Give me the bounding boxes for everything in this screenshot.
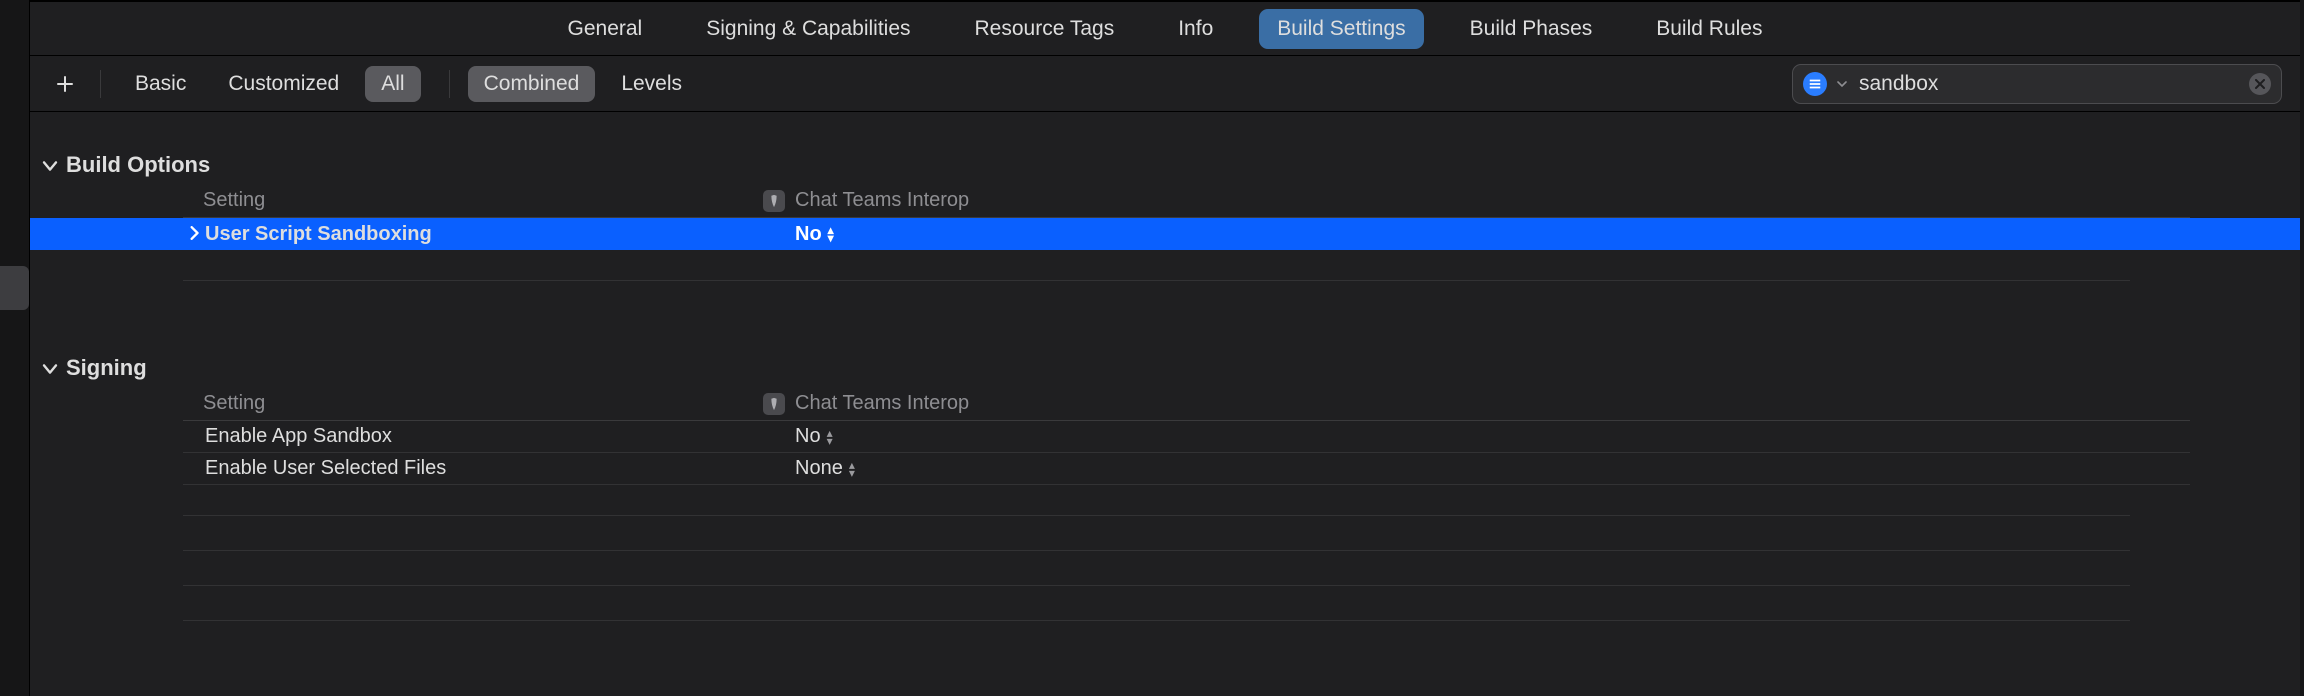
separator xyxy=(449,70,450,98)
view-combined[interactable]: Combined xyxy=(468,66,596,102)
search-input[interactable] xyxy=(1857,71,2239,97)
column-target: Chat Teams Interop xyxy=(763,189,969,212)
column-target: Chat Teams Interop xyxy=(763,392,969,415)
target-name-label: Chat Teams Interop xyxy=(795,189,969,212)
app-icon xyxy=(763,393,785,415)
search-scope-icon[interactable] xyxy=(1803,72,1827,96)
tab-build-phases[interactable]: Build Phases xyxy=(1452,9,1611,49)
tab-signing-capabilities[interactable]: Signing & Capabilities xyxy=(688,9,928,49)
view-levels[interactable]: Levels xyxy=(605,66,698,102)
target-name-label: Chat Teams Interop xyxy=(795,392,969,415)
scope-all[interactable]: All xyxy=(365,66,420,102)
setting-value-popup[interactable]: None ▴▾ xyxy=(795,457,855,480)
columns-header: Setting Chat Teams Interop xyxy=(183,184,2190,218)
column-setting-label: Setting xyxy=(203,392,763,415)
setting-row-enable-app-sandbox[interactable]: Enable App Sandbox No ▴▾ xyxy=(183,421,2190,453)
scope-customized[interactable]: Customized xyxy=(212,66,355,102)
column-setting-label: Setting xyxy=(203,189,763,212)
tab-general[interactable]: General xyxy=(550,9,661,49)
chevron-down-icon xyxy=(42,355,58,381)
chevron-down-icon xyxy=(42,152,58,178)
separator xyxy=(100,70,101,98)
tab-resource-tags[interactable]: Resource Tags xyxy=(957,9,1133,49)
list-icon xyxy=(1808,77,1822,91)
columns-header: Setting Chat Teams Interop xyxy=(183,387,2190,421)
editor-left-gutter xyxy=(0,0,30,696)
chevron-right-icon[interactable] xyxy=(183,223,205,246)
popup-arrows-icon: ▴▾ xyxy=(827,429,833,445)
editor-right-gutter xyxy=(2300,0,2304,696)
build-settings-content: Build Options Setting Chat Teams Interop… xyxy=(30,112,2300,696)
tab-info[interactable]: Info xyxy=(1160,9,1231,49)
section-header-signing[interactable]: Signing xyxy=(30,355,2300,381)
empty-rows xyxy=(183,515,2130,655)
setting-value: None xyxy=(795,457,843,480)
app-icon xyxy=(763,190,785,212)
section-title: Signing xyxy=(66,355,147,381)
clear-search-button[interactable] xyxy=(2249,73,2271,95)
section-header-build-options[interactable]: Build Options xyxy=(30,152,2300,178)
setting-value-popup[interactable]: No ▴▾ xyxy=(795,223,834,246)
build-settings-search xyxy=(1792,64,2282,104)
popup-arrows-icon: ▴▾ xyxy=(828,226,834,242)
section-title: Build Options xyxy=(66,152,210,178)
section-build-options: Build Options Setting Chat Teams Interop… xyxy=(30,152,2300,315)
tab-build-settings[interactable]: Build Settings xyxy=(1259,9,1423,49)
setting-value: No xyxy=(795,425,821,448)
tab-build-rules[interactable]: Build Rules xyxy=(1638,9,1780,49)
scope-basic[interactable]: Basic xyxy=(119,66,202,102)
target-editor-tabs: General Signing & Capabilities Resource … xyxy=(30,0,2300,56)
add-build-setting-button[interactable] xyxy=(48,67,82,101)
view-segmented-control: Combined Levels xyxy=(468,66,708,102)
setting-row-enable-user-selected-files[interactable]: Enable User Selected Files None ▴▾ xyxy=(183,453,2190,485)
build-settings-filter-bar: Basic Customized All Combined Levels xyxy=(30,56,2300,112)
gutter-handle[interactable] xyxy=(0,266,29,310)
setting-name: User Script Sandboxing xyxy=(205,223,795,246)
setting-name: Enable App Sandbox xyxy=(205,425,795,448)
setting-value-popup[interactable]: No ▴▾ xyxy=(795,425,833,448)
plus-icon xyxy=(55,74,75,94)
chevron-down-icon[interactable] xyxy=(1837,77,1847,91)
scope-segmented-control: Basic Customized All xyxy=(119,66,431,102)
close-icon xyxy=(2255,79,2265,89)
section-signing: Signing Setting Chat Teams Interop Enabl… xyxy=(30,355,2300,655)
setting-value: No xyxy=(795,223,822,246)
setting-row-user-script-sandboxing[interactable]: User Script Sandboxing No ▴▾ xyxy=(30,218,2300,250)
setting-name: Enable User Selected Files xyxy=(205,457,795,480)
popup-arrows-icon: ▴▾ xyxy=(849,461,855,477)
empty-rows xyxy=(183,280,2130,315)
